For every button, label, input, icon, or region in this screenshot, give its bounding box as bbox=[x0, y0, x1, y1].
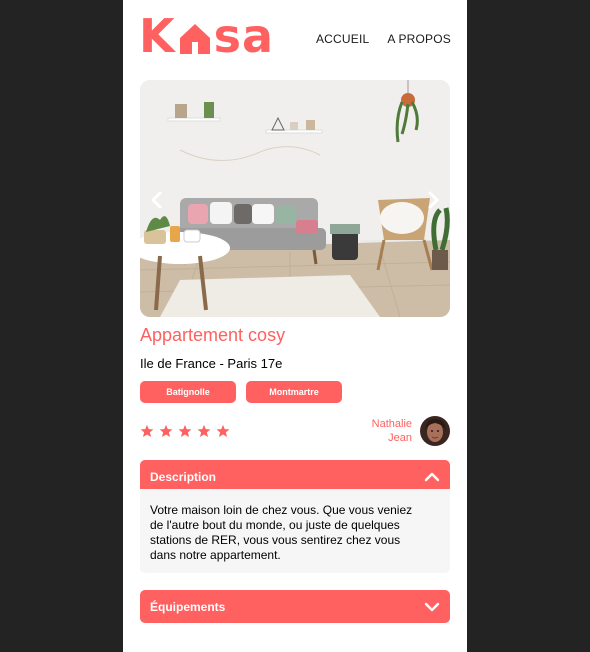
listing-photo bbox=[140, 80, 450, 317]
description-line: de l'autre bout du monde, ou juste de qu… bbox=[150, 518, 400, 532]
description-title: Description bbox=[150, 469, 217, 484]
rating-stars bbox=[140, 424, 230, 438]
listing-location: Ile de France - Paris 17e bbox=[140, 356, 283, 371]
nav-about-link[interactable]: A PROPOS bbox=[387, 32, 451, 46]
tag-list: Batignolle Montmartre bbox=[140, 381, 342, 403]
star-icon bbox=[216, 424, 230, 438]
description-line: dans notre appartement. bbox=[150, 548, 281, 562]
chevron-up-icon bbox=[424, 472, 440, 481]
host-first-name: Nathalie bbox=[371, 418, 412, 430]
carousel-next-button[interactable] bbox=[422, 185, 446, 215]
header: K sa ACCUEIL A PROPOS bbox=[123, 0, 467, 72]
logo[interactable]: K sa bbox=[139, 12, 274, 60]
logo-letters-sa: sa bbox=[213, 9, 275, 63]
host-last-name: Jean bbox=[388, 432, 412, 444]
house-icon bbox=[178, 16, 212, 56]
equipment-title: Équipements bbox=[150, 599, 226, 614]
host-info: Nathalie Jean bbox=[372, 416, 450, 446]
photo-carousel bbox=[140, 80, 450, 317]
description-content: Votre maison loin de chez vous. Que vous… bbox=[140, 489, 450, 573]
description-collapse: Description Votre maison loin de chez vo… bbox=[140, 460, 450, 573]
main-nav: ACCUEIL A PROPOS bbox=[316, 32, 451, 46]
star-icon bbox=[140, 424, 154, 438]
chevron-down-icon bbox=[424, 602, 440, 611]
equipment-collapse: Équipements bbox=[140, 590, 450, 623]
tag: Montmartre bbox=[246, 381, 342, 403]
chevron-right-icon bbox=[428, 191, 439, 209]
avatar bbox=[420, 416, 450, 446]
tag: Batignolle bbox=[140, 381, 236, 403]
description-line: Votre maison loin de chez vous. Que vous… bbox=[150, 503, 413, 517]
star-icon bbox=[178, 424, 192, 438]
logo-letter-k: K bbox=[139, 9, 176, 63]
carousel-prev-button[interactable] bbox=[144, 185, 168, 215]
listing-title: Appartement cosy bbox=[140, 325, 286, 345]
star-icon bbox=[197, 424, 211, 438]
equipment-toggle[interactable]: Équipements bbox=[140, 590, 450, 623]
star-icon bbox=[159, 424, 173, 438]
host-name: Nathalie Jean bbox=[372, 417, 412, 445]
nav-home-link[interactable]: ACCUEIL bbox=[316, 32, 369, 46]
page: K sa ACCUEIL A PROPOS Appartement cosy I… bbox=[123, 0, 467, 652]
chevron-left-icon bbox=[151, 191, 162, 209]
description-line: stations de RER, vous vous sentirez chez… bbox=[150, 533, 401, 547]
